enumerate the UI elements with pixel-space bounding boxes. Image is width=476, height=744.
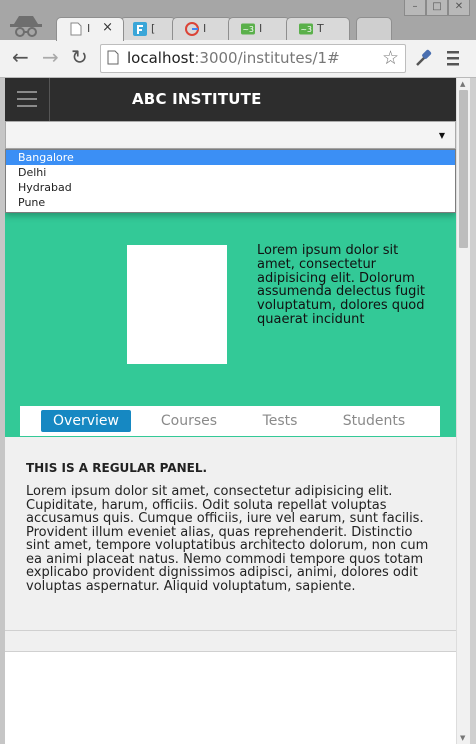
app-header: ABC INSTITUTE (5, 78, 456, 121)
browser-tab[interactable]: I (172, 17, 232, 41)
scroll-up-icon[interactable]: ▲ (460, 80, 465, 88)
scrollbar-thumb[interactable] (459, 90, 468, 248)
browser-tab[interactable]: [ (120, 17, 176, 41)
institute-description: Lorem ipsum dolor sit amet, consectetur … (257, 243, 426, 327)
w3-logo-icon: ~3 (299, 23, 313, 35)
next-panel (5, 651, 456, 744)
incognito-icon (10, 16, 42, 37)
tab-courses[interactable]: Courses (149, 410, 229, 432)
city-dropdown-list: Bangalore Delhi Hydrabad Pune (5, 149, 456, 213)
profile-hero: Lorem ipsum dolor sit amet, consectetur … (5, 213, 456, 437)
caret-down-icon: ▼ (438, 131, 445, 140)
tab-overview[interactable]: Overview (41, 410, 131, 432)
tab-students[interactable]: Students (332, 410, 416, 432)
city-option-hydrabad[interactable]: Hydrabad (6, 180, 455, 195)
window-edge (470, 78, 476, 744)
svg-text:~3: ~3 (301, 25, 313, 34)
f-logo-icon (133, 22, 147, 36)
profile-tabs: Overview Courses Tests Students (20, 406, 440, 436)
browser-tab[interactable]: ~3 T (286, 17, 350, 41)
url-text: localhost:3000/institutes/1# (127, 49, 340, 67)
browser-tab-active[interactable]: I × (56, 17, 124, 41)
browser-tab-strip: I × [ I ~3 I ~3 T – □ ✕ (0, 0, 476, 41)
close-window-icon[interactable]: ✕ (448, 0, 470, 16)
city-option-bangalore[interactable]: Bangalore (6, 150, 455, 165)
tab-title: I (259, 22, 263, 35)
tab-title: I (87, 22, 91, 35)
hamburger-icon (17, 91, 37, 93)
panel-body: Lorem ipsum dolor sit amet, consectetur … (26, 484, 429, 594)
reload-icon[interactable]: ↻ (71, 46, 88, 68)
page-info-icon (107, 50, 119, 65)
page-scrollbar[interactable]: ▲ ▼ (456, 78, 471, 744)
window-controls: – □ ✕ (404, 0, 470, 18)
w3-logo-icon: ~3 (241, 23, 255, 35)
tab-close-icon[interactable]: × (102, 20, 113, 35)
browser-tab[interactable]: ~3 I (228, 17, 290, 41)
institute-image (127, 245, 227, 364)
menu-icon[interactable] (446, 48, 460, 68)
hamburger-menu-button[interactable] (5, 78, 50, 121)
svg-text:~3: ~3 (243, 25, 255, 34)
minimize-icon[interactable]: – (404, 0, 426, 16)
city-select[interactable]: ▼ (5, 121, 456, 149)
panel-title: THIS IS A REGULAR PANEL. (26, 461, 208, 475)
page-viewport: ABC INSTITUTE ▼ Bangalore Delhi Hydrabad… (5, 78, 456, 744)
maximize-icon[interactable]: □ (426, 0, 448, 16)
city-option-delhi[interactable]: Delhi (6, 165, 455, 180)
tab-title: I (203, 22, 207, 35)
tab-title: [ (151, 22, 156, 35)
bookmark-star-icon[interactable]: ☆ (382, 47, 399, 69)
address-bar[interactable]: localhost:3000/institutes/1# ☆ (100, 44, 406, 73)
page-icon (70, 22, 82, 36)
forward-icon[interactable]: → (42, 46, 59, 68)
tab-title: T (317, 22, 324, 35)
google-icon (185, 22, 199, 36)
regular-panel: THIS IS A REGULAR PANEL. Lorem ipsum dol… (5, 437, 456, 631)
eyedropper-icon[interactable] (414, 48, 432, 68)
brand-title: ABC INSTITUTE (132, 90, 262, 108)
back-icon[interactable]: ← (12, 46, 29, 68)
browser-toolbar: ← → ↻ localhost:3000/institutes/1# ☆ (0, 40, 476, 78)
scroll-down-icon[interactable]: ▼ (460, 734, 465, 742)
new-tab-button[interactable] (356, 17, 392, 41)
city-option-pune[interactable]: Pune (6, 195, 455, 210)
tab-tests[interactable]: Tests (248, 410, 312, 432)
